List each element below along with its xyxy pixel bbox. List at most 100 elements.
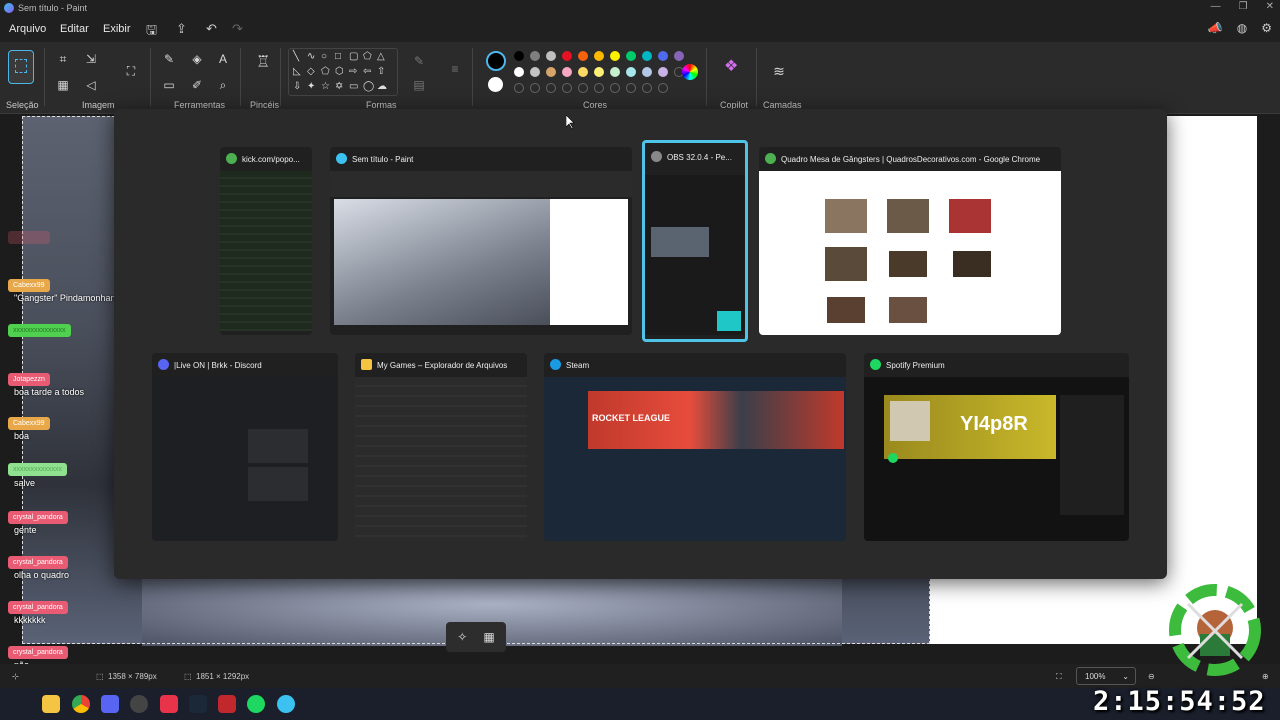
callout-oval-shape-icon[interactable]: ◯: [363, 81, 374, 92]
file-explorer-icon[interactable]: [42, 695, 60, 713]
color-swatch[interactable]: [546, 51, 556, 61]
color-swatch[interactable]: [594, 51, 604, 61]
window-thumb-obs[interactable]: OBS 32.0.4 - Pe...: [642, 140, 748, 342]
color-swatch[interactable]: [578, 51, 588, 61]
star5-shape-icon[interactable]: ☆: [321, 81, 330, 92]
color-swatch[interactable]: [530, 51, 540, 61]
app-icon[interactable]: [218, 695, 236, 713]
arrow-up-shape-icon[interactable]: ⇧: [377, 66, 385, 77]
line-shape-icon[interactable]: ╲: [293, 51, 299, 62]
paint-icon[interactable]: [277, 695, 295, 713]
callout-rect-shape-icon[interactable]: ▭: [349, 81, 358, 92]
custom-color-swatch[interactable]: [642, 83, 652, 93]
curve-shape-icon[interactable]: ∿: [307, 51, 315, 62]
arrow-down-shape-icon[interactable]: ⇩: [293, 81, 301, 92]
color-swatch[interactable]: [658, 51, 668, 61]
color-swatch[interactable]: [626, 51, 636, 61]
window-thumb-chrome-quadro[interactable]: Quadro Mesa de Gângsters | QuadrosDecora…: [759, 147, 1061, 335]
right-triangle-shape-icon[interactable]: ◺: [293, 66, 301, 77]
magnifier-icon[interactable]: ⌕: [216, 78, 230, 92]
callout-cloud-shape-icon[interactable]: ☁: [377, 81, 387, 92]
custom-color-swatch[interactable]: [626, 83, 636, 93]
fit-icon[interactable]: ⛶: [1056, 672, 1062, 682]
brush-icon[interactable]: ♖: [256, 55, 270, 71]
spotify-icon[interactable]: [247, 695, 265, 713]
text-icon[interactable]: A: [216, 52, 230, 66]
window-thumb-kick[interactable]: kick.com/popo...: [220, 147, 312, 335]
color-swatch[interactable]: [626, 67, 636, 77]
custom-color-swatch[interactable]: [658, 83, 668, 93]
close-icon[interactable]: ✕: [1266, 1, 1274, 12]
obs-icon[interactable]: [130, 695, 148, 713]
color-swatch[interactable]: [562, 67, 572, 77]
window-thumb-explorer[interactable]: My Games – Explorador de Arquivos: [355, 353, 527, 541]
remove-bg-icon[interactable]: ▦: [483, 630, 494, 644]
rectangle-shape-icon[interactable]: □: [335, 51, 341, 62]
maximize-icon[interactable]: ❐: [1239, 1, 1248, 12]
menu-exibir[interactable]: Exibir: [103, 23, 131, 35]
undo-icon[interactable]: ↶: [206, 21, 217, 37]
diamond-shape-icon[interactable]: ◇: [307, 66, 315, 77]
chrome-icon[interactable]: [72, 695, 90, 713]
custom-color-swatch[interactable]: [578, 83, 588, 93]
color-swatch[interactable]: [546, 67, 556, 77]
color-swatch[interactable]: [610, 51, 620, 61]
menu-editar[interactable]: Editar: [60, 23, 89, 35]
shapes-gallery[interactable]: ╲ ∿ ○ □ ▢ ⬠ △ ◺ ◇ ⬠ ⬡ ⇨ ⇦ ⇧ ⇩ ✦ ☆ ✡ ▭ ◯ …: [288, 48, 398, 96]
layers-icon[interactable]: ≋: [772, 64, 786, 78]
custom-color-swatch[interactable]: [562, 83, 572, 93]
minimize-icon[interactable]: —: [1211, 1, 1221, 12]
resize-icon[interactable]: ⇲: [84, 52, 98, 66]
rotate-icon[interactable]: ◁: [84, 78, 98, 92]
zoom-select[interactable]: 100% ⌄: [1076, 667, 1136, 685]
color-swatch[interactable]: [658, 67, 668, 77]
arrow-left-shape-icon[interactable]: ⇦: [363, 66, 371, 77]
outline-icon[interactable]: ✎: [412, 54, 426, 68]
copilot-icon[interactable]: ❖: [724, 59, 738, 75]
color-swatch[interactable]: [562, 51, 572, 61]
primary-color[interactable]: [486, 51, 506, 71]
color-swatch[interactable]: [610, 67, 620, 77]
fill-icon[interactable]: ◈: [190, 52, 204, 66]
gear-icon[interactable]: ⚙: [1261, 21, 1272, 35]
app-icon[interactable]: [160, 695, 178, 713]
selection-button[interactable]: [8, 50, 34, 84]
account-icon[interactable]: ◍: [1237, 21, 1247, 35]
custom-color-swatch[interactable]: [546, 83, 556, 93]
discord-icon[interactable]: [101, 695, 119, 713]
redo-icon[interactable]: ↷: [232, 21, 243, 37]
zoom-out-icon[interactable]: ⊖: [1148, 672, 1155, 681]
edit-colors-icon[interactable]: [682, 64, 698, 80]
share-icon[interactable]: ⇪: [176, 21, 187, 37]
color-swatch[interactable]: [594, 67, 604, 77]
remove-background-icon[interactable]: ▦: [56, 78, 70, 92]
color-swatch[interactable]: [514, 67, 524, 77]
crop-icon[interactable]: ⌗: [56, 52, 70, 66]
sparkle-edit-icon[interactable]: ✧: [457, 630, 467, 644]
rounded-rect-shape-icon[interactable]: ▢: [349, 51, 358, 62]
oval-shape-icon[interactable]: ○: [321, 51, 327, 62]
window-thumb-paint[interactable]: Sem título - Paint: [330, 147, 632, 335]
pencil-icon[interactable]: ✎: [162, 52, 176, 66]
menu-arquivo[interactable]: Arquivo: [9, 23, 46, 35]
color-swatch[interactable]: [530, 67, 540, 77]
color-picker-icon[interactable]: ✐: [190, 78, 204, 92]
size-icon[interactable]: ≡: [448, 62, 462, 76]
window-thumb-spotify[interactable]: Spotify Premium YI4p8R: [864, 353, 1129, 541]
save-icon[interactable]: 🖫: [146, 21, 157, 43]
image-select-icon[interactable]: ⛶: [124, 64, 138, 78]
color-swatch[interactable]: [642, 51, 652, 61]
pentagon-shape-icon[interactable]: ⬠: [321, 66, 330, 77]
notification-icon[interactable]: 📣: [1208, 21, 1223, 35]
steam-icon[interactable]: [189, 695, 207, 713]
color-swatch[interactable]: [674, 51, 684, 61]
color-swatch[interactable]: [578, 67, 588, 77]
color-swatch[interactable]: [642, 67, 652, 77]
custom-color-swatch[interactable]: [530, 83, 540, 93]
star6-shape-icon[interactable]: ✡: [335, 81, 343, 92]
custom-color-swatch[interactable]: [594, 83, 604, 93]
polygon-shape-icon[interactable]: ⬠: [363, 51, 372, 62]
window-thumb-steam[interactable]: Steam ROCKET LEAGUE: [544, 353, 846, 541]
arrow-right-shape-icon[interactable]: ⇨: [349, 66, 357, 77]
custom-color-swatch[interactable]: [610, 83, 620, 93]
